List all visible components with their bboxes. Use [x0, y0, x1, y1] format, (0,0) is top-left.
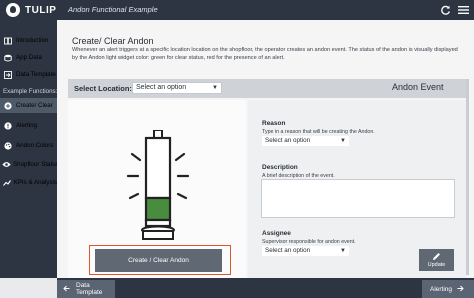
chevron-down-icon: ▼ — [212, 85, 218, 91]
app-title: Andon Functional Example — [68, 5, 158, 14]
arrow-right-icon — [457, 285, 464, 294]
tulip-logo-icon — [6, 3, 20, 17]
sidebar-item-shopfloor-status[interactable]: Shopfloor Status — [0, 157, 59, 172]
plus-circle-icon — [2, 101, 14, 110]
brand: TULIP — [6, 3, 56, 17]
create-clear-andon-button[interactable]: Create / Clear Andon — [95, 249, 222, 272]
sidebar-item-app-data[interactable]: App Data — [0, 50, 57, 65]
description-textarea[interactable] — [261, 179, 455, 218]
database-icon — [2, 54, 14, 62]
page-description: Whenever an alert triggers at a specific… — [72, 47, 458, 61]
reason-hint: Type in a reason that will be creating t… — [262, 129, 375, 135]
eye-icon — [2, 161, 11, 168]
assignee-select-value: Select an option — [265, 247, 311, 254]
light-cap — [153, 130, 163, 139]
update-button-label: Update — [427, 262, 446, 268]
update-button[interactable]: Update — [419, 249, 454, 271]
brand-name: TULIP — [25, 4, 57, 16]
light-base-foot — [142, 230, 174, 240]
chevron-down-icon: ▼ — [340, 248, 346, 254]
location-label: Select Location: — [74, 84, 132, 93]
description-label: Description — [262, 164, 298, 171]
arrow-left-icon — [63, 285, 70, 294]
menu-icon[interactable] — [455, 2, 471, 18]
reason-select-value: Select an option — [265, 137, 311, 144]
location-select-value: Select an option — [136, 84, 187, 91]
page-title: Create/ Clear Andon — [72, 36, 154, 46]
bottom-bar — [57, 278, 474, 298]
sidebar-item-label: Data Template — [16, 71, 56, 78]
reason-label: Reason — [262, 120, 286, 127]
sidebar-section-label: Example Functions: — [3, 88, 58, 95]
reason-select[interactable]: Select an option ▼ — [262, 136, 349, 146]
sidebar-item-label: Shopfloor Status — [13, 161, 59, 168]
chevron-down-icon: ▼ — [340, 138, 346, 144]
sidebar-item-label: Alerting — [16, 122, 37, 129]
panel-title: Andon Event — [392, 82, 444, 92]
sidebar-item-label: Introduction — [16, 37, 49, 44]
light-tower-upper — [144, 136, 172, 200]
refresh-icon[interactable] — [437, 2, 453, 18]
sidebar-item-label: KPIs & Analysis — [13, 179, 57, 186]
alert-circle-icon — [2, 121, 14, 130]
palette-icon — [2, 141, 14, 150]
sidebar-item-label: Andon Colors — [16, 142, 54, 149]
sidebar-item-create-clear[interactable]: Create/ Clear — [0, 98, 57, 113]
sidebar-item-label: App Data — [16, 54, 42, 61]
sidebar-item-kpis-analysis[interactable]: KPIs & Analysis — [0, 175, 57, 190]
light-tower-green-segment — [144, 196, 172, 222]
scrollbar[interactable] — [466, 79, 469, 275]
back-button-label: Data Template — [76, 282, 103, 296]
next-button-label: Alerting — [430, 285, 453, 293]
sidebar-item-andon-colors[interactable]: Andon Colors — [0, 138, 57, 153]
pencil-icon — [419, 252, 454, 261]
sidebar-item-alerting[interactable]: Alerting — [0, 118, 57, 133]
next-button[interactable]: Alerting — [422, 280, 474, 298]
assignee-select[interactable]: Select an option ▼ — [262, 246, 349, 256]
light-tower-collar — [144, 218, 172, 228]
back-button[interactable]: Data Template — [57, 280, 115, 298]
location-select[interactable]: Select an option ▼ — [132, 82, 222, 94]
sidebar-item-introduction[interactable]: Introduction — [0, 33, 57, 48]
arrow-right-box-icon — [2, 70, 14, 79]
andon-light-widget — [126, 130, 190, 240]
top-bar: TULIP Andon Functional Example — [0, 0, 474, 20]
assignee-hint: Supervisor responsible for andon event. — [262, 239, 356, 245]
assignee-label: Assignee — [262, 230, 291, 237]
chart-line-icon — [2, 179, 12, 187]
sidebar-item-data-template[interactable]: Data Template — [0, 67, 57, 82]
sidebar-item-label: Create/ Clear — [16, 102, 53, 109]
book-icon — [2, 37, 14, 45]
